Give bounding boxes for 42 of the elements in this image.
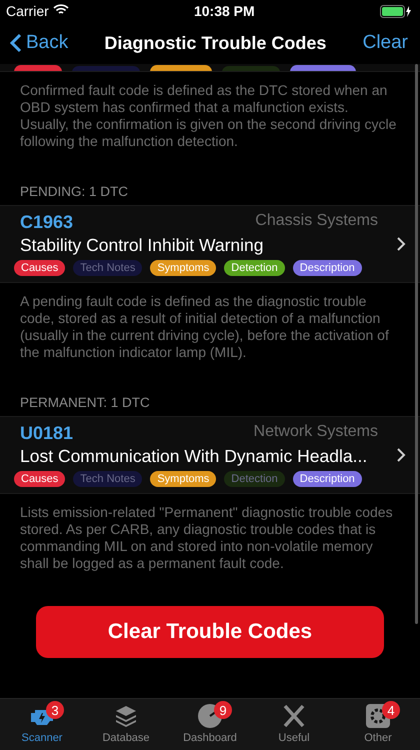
system-label: Chassis Systems (255, 212, 378, 231)
section-description: Lists emission-related "Permanent" diagnostic trouble codes stored. As per CARB, any diagnostic trouble codes that is commanding MIL on and stored into non-volatile memory shall be logged as a permanent fault code. (19, 503, 394, 572)
section-description: Confirmed fault code is defined as the DTC stored when an OBD system has confirmed that a malfunction exists. Usually, the confirmation is given on the second driving cycle following the malfunction detection. (19, 81, 398, 150)
trouble-code-row[interactable]: U0181 Network Systems Lost Communication With Dynamic Headla... Causes Tech Notes Symptoms Detection Description (0, 416, 420, 494)
clear-codes-button[interactable]: Clear Trouble Codes (36, 606, 384, 658)
section-header: PENDING: 1 DTC (19, 183, 130, 201)
nav-title: Diagnostic Trouble Codes (104, 32, 326, 54)
trouble-code-row[interactable]: C1963 Chassis Systems Stability Control Inhibit Warning Causes Tech Notes Symptoms Detection Description (0, 205, 420, 283)
back-chevron-icon (10, 33, 22, 53)
code-title: Stability Control Inhibit Warning (19, 234, 264, 257)
tag[interactable]: Detection (224, 260, 285, 276)
chevron-icon (396, 236, 406, 252)
tag[interactable]: Symptoms (150, 260, 216, 276)
tag[interactable]: Causes (14, 260, 66, 276)
back-button[interactable]: Back (10, 32, 68, 54)
trouble-code: C1963 (20, 212, 74, 233)
tag[interactable]: Tech Notes (73, 260, 142, 276)
code-title: Lost Communication With Dynamic Headla... (19, 445, 368, 468)
trouble-code: U0181 (20, 423, 74, 444)
tag[interactable]: Causes (14, 471, 66, 487)
tag[interactable]: Detection (224, 471, 285, 487)
chevron-icon (396, 447, 406, 463)
clear-button[interactable]: Clear (362, 32, 408, 54)
notification-badge: 3 (46, 701, 64, 719)
status-time: 10:38 PM (194, 3, 255, 19)
tag[interactable]: Symptoms (150, 471, 216, 487)
tab[interactable]: Useful (258, 703, 330, 750)
tag[interactable]: Tech Notes (73, 471, 142, 487)
battery-icon (380, 4, 412, 18)
tab[interactable]: Scanner 3 (6, 703, 78, 750)
carrier-label: Carrier (6, 3, 69, 19)
tag[interactable]: Description (292, 471, 362, 487)
section-header: PERMANENT: 1 DTC (19, 394, 151, 412)
tag[interactable]: Description (292, 260, 362, 276)
section-description: A pending fault code is defined as the diagnostic trouble code, stored as a result of initial detection of a malfunction (usually in the current driving cycle), before the activation of the malfunction indicator lamp (MIL). (19, 292, 390, 361)
tab[interactable]: Dashboard 9 (174, 703, 246, 750)
tab[interactable]: Other 4 (342, 703, 414, 750)
wifi-icon (52, 4, 69, 16)
notification-badge: 9 (214, 701, 232, 719)
tab[interactable]: Database (90, 703, 162, 750)
notification-badge: 4 (382, 701, 400, 719)
system-label: Network Systems (254, 423, 378, 442)
